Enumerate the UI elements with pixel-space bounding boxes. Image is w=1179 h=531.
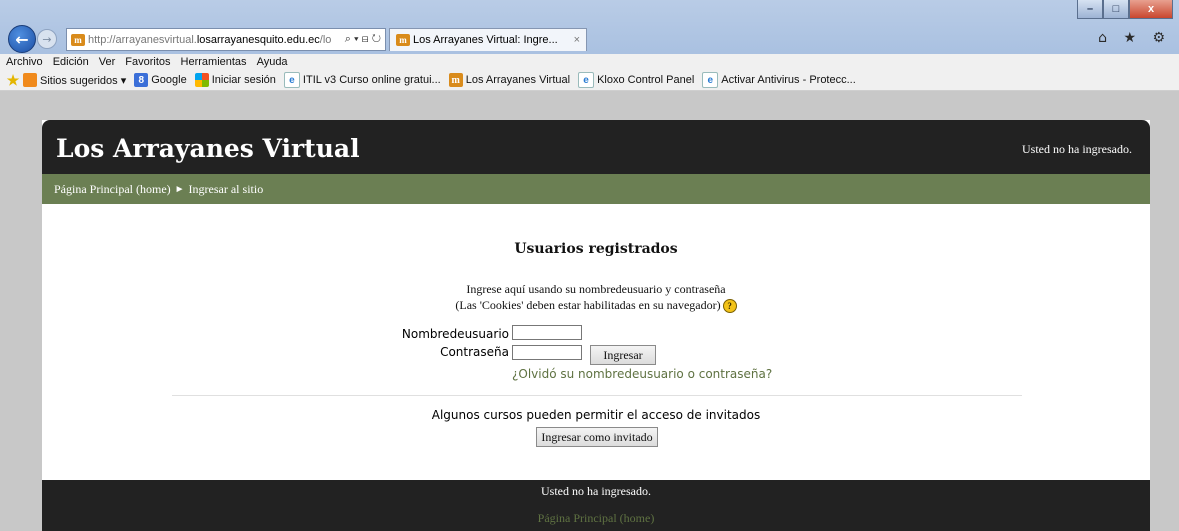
windows-logo-icon bbox=[194, 73, 209, 87]
password-label: Contraseña bbox=[440, 345, 509, 359]
ie-page-icon: e bbox=[578, 72, 595, 88]
tab-close-icon[interactable]: × bbox=[574, 34, 580, 46]
fav-itil[interactable]: e ITIL v3 Curso online gratui... bbox=[283, 72, 441, 88]
password-field[interactable] bbox=[512, 345, 582, 360]
username-field[interactable] bbox=[512, 325, 582, 340]
menu-favoritos[interactable]: Favoritos bbox=[125, 56, 170, 68]
cookies-instruction-text: (Las 'Cookies' deben estar habilitadas e… bbox=[455, 298, 721, 312]
url-domain: losarrayanesquito.edu.ec bbox=[196, 33, 320, 46]
google-icon: 8 bbox=[134, 73, 149, 87]
site-favicon-icon: m bbox=[448, 73, 463, 87]
favorites-bar: ★ Sitios sugeridos ▾ 8 Google Iniciar ses… bbox=[0, 70, 1179, 91]
menu-ver[interactable]: Ver bbox=[99, 56, 116, 68]
suggested-sites-icon bbox=[23, 73, 37, 87]
menu-bar: Archivo Edición Ver Favoritos Herramient… bbox=[0, 54, 1179, 70]
cookies-instruction: (Las 'Cookies' deben estar habilitadas e… bbox=[42, 298, 1150, 314]
site-title: Los Arrayanes Virtual bbox=[56, 134, 360, 163]
breadcrumb: Página Principal (home) ► Ingresar al si… bbox=[42, 174, 1150, 204]
breadcrumb-separator-icon: ► bbox=[174, 183, 185, 195]
fav-label: Google bbox=[151, 74, 187, 86]
menu-edicion[interactable]: Edición bbox=[53, 56, 89, 68]
window-controls: – □ x bbox=[1077, 0, 1173, 19]
back-arrow-icon: ← bbox=[15, 29, 29, 49]
section-divider bbox=[172, 395, 1022, 396]
site-header: Los Arrayanes Virtual Usted no ha ingres… bbox=[42, 120, 1150, 174]
fav-google[interactable]: 8 Google bbox=[134, 73, 187, 87]
forward-button[interactable]: → bbox=[37, 29, 57, 49]
login-instruction: Ingrese aquí usando su nombredeusuario y… bbox=[466, 282, 726, 296]
moodle-page: Los Arrayanes Virtual Usted no ha ingres… bbox=[42, 120, 1150, 531]
footer-home-link[interactable]: Página Principal (home) bbox=[42, 511, 1150, 526]
favorites-star-icon[interactable]: ★ bbox=[6, 72, 20, 88]
help-icon[interactable]: ? bbox=[722, 299, 737, 314]
breadcrumb-home-link[interactable]: Página Principal (home) bbox=[54, 182, 171, 197]
home-favorites-settings-icons[interactable]: ⌂ ★ ⚙ bbox=[1098, 30, 1171, 46]
fav-label: ITIL v3 Curso online gratui... bbox=[302, 74, 441, 86]
fav-los-arrayanes[interactable]: m Los Arrayanes Virtual bbox=[448, 73, 571, 87]
guest-login-button[interactable]: Ingresar como invitado bbox=[536, 427, 658, 447]
browser-titlebar: – □ x ← → m http://arrayanesvirtual. losa… bbox=[0, 0, 1179, 62]
username-label: Nombredeusuario bbox=[401, 327, 509, 341]
fav-activar-antivirus[interactable]: e Activar Antivirus - Protecc... bbox=[702, 72, 856, 88]
menu-herramientas[interactable]: Herramientas bbox=[181, 56, 247, 68]
login-heading: Usuarios registrados bbox=[514, 241, 678, 257]
fav-label: Sitios sugeridos ▾ bbox=[40, 74, 127, 87]
address-tools-icons[interactable]: ⌕ ▾ ⊟ ↻ bbox=[345, 33, 385, 46]
fav-label: Kloxo Control Panel bbox=[597, 74, 695, 86]
tab-favicon-icon: m bbox=[396, 34, 410, 46]
minimize-button[interactable]: – bbox=[1077, 0, 1103, 19]
maximize-button[interactable]: □ bbox=[1103, 0, 1129, 19]
ie-page-icon: e bbox=[283, 72, 300, 88]
fav-kloxo[interactable]: e Kloxo Control Panel bbox=[578, 72, 694, 88]
fav-label: Iniciar sesión bbox=[211, 74, 276, 86]
back-button[interactable]: ← bbox=[8, 25, 36, 53]
login-button[interactable]: Ingresar bbox=[590, 345, 656, 365]
url-prefix: http://arrayanesvirtual. bbox=[88, 33, 197, 46]
tab-title: Los Arrayanes Virtual: Ingre... bbox=[413, 34, 558, 46]
fav-label: Los Arrayanes Virtual bbox=[465, 74, 571, 86]
close-window-button[interactable]: x bbox=[1129, 0, 1173, 19]
fav-iniciar-sesion[interactable]: Iniciar sesión bbox=[194, 73, 276, 87]
ie-page-icon: e bbox=[702, 72, 719, 88]
fav-label: Activar Antivirus - Protecc... bbox=[721, 74, 856, 86]
site-footer: Usted no ha ingresado. Página Principal … bbox=[42, 480, 1150, 531]
fav-sitios-sugeridos[interactable]: Sitios sugeridos ▾ bbox=[23, 73, 126, 87]
breadcrumb-current: Ingresar al sitio bbox=[188, 181, 264, 196]
site-favicon-icon: m bbox=[71, 33, 85, 46]
login-status: Usted no ha ingresado. bbox=[1022, 142, 1132, 156]
menu-archivo[interactable]: Archivo bbox=[6, 56, 43, 68]
address-bar[interactable]: m http://arrayanesvirtual. losarrayanesqu… bbox=[66, 28, 386, 51]
footer-login-status: Usted no ha ingresado. bbox=[541, 484, 651, 498]
forgot-password-link[interactable]: ¿Olvidó su nombredeusuario o contraseña? bbox=[512, 367, 772, 381]
guest-access-text: Algunos cursos pueden permitir el acceso… bbox=[431, 408, 761, 422]
forward-arrow-icon: → bbox=[42, 32, 52, 46]
menu-ayuda[interactable]: Ayuda bbox=[257, 56, 288, 68]
url-suffix: /lo bbox=[319, 33, 332, 46]
browser-tab[interactable]: m Los Arrayanes Virtual: Ingre... × bbox=[389, 28, 587, 51]
